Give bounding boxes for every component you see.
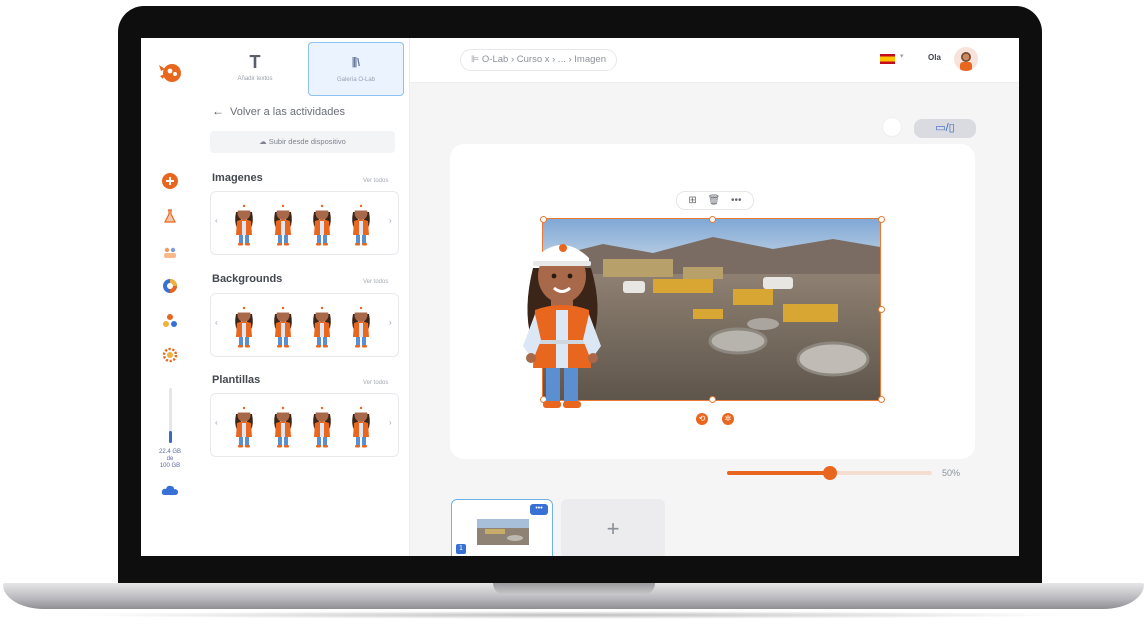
carousel-prev-icon[interactable]: ‹ (215, 318, 218, 327)
back-label: Volver a las actividades (230, 106, 345, 118)
upload-cloud-icon: ☁ (259, 137, 267, 146)
zoom-slider-knob[interactable] (822, 466, 837, 480)
language-chevron-icon[interactable]: ▾ (900, 52, 904, 60)
text-icon: T (249, 52, 261, 72)
left-rail: 22.4 GB de 100 GB (141, 38, 199, 556)
rotate-button[interactable]: ⟲ (696, 413, 708, 425)
character-thumbnail[interactable] (309, 302, 335, 348)
section-title-images: Imagenes (212, 172, 263, 184)
settings-button[interactable]: ✲ (722, 413, 734, 425)
character-thumbnail[interactable] (270, 302, 296, 348)
flask-icon[interactable] (162, 208, 178, 224)
resize-handle[interactable] (878, 216, 885, 223)
carousel-next-icon[interactable]: › (389, 318, 392, 327)
palette-icon[interactable] (162, 313, 178, 329)
upload-from-device-button[interactable]: ☁ Subir desde dispositivo (210, 131, 395, 153)
character-thumbnail[interactable] (348, 302, 374, 348)
arrow-left-icon: ← (212, 104, 224, 118)
backgrounds-carousel: ‹ › (210, 293, 399, 357)
slide-more-button[interactable]: ••• (530, 504, 548, 515)
storage-used: 22.4 GB (158, 449, 181, 455)
zoom-value: 50% (942, 468, 961, 478)
storage-bar-fill (169, 430, 172, 443)
character-thumbnail[interactable] (270, 402, 296, 448)
zoom-slider[interactable] (727, 466, 932, 480)
see-all-images-link[interactable]: Ver todos (363, 178, 388, 184)
tab-add-text[interactable]: T Añadir textos (208, 42, 302, 94)
slide-thumbnail[interactable]: ••• 1 (451, 499, 553, 556)
upload-label: Subir desde dispositivo (268, 137, 346, 146)
orientation-toggle[interactable]: ▭/▯ (914, 119, 976, 138)
avatar[interactable] (954, 47, 978, 71)
slide-number-badge: 1 (456, 544, 466, 554)
resize-handle[interactable] (540, 216, 547, 223)
character-thumbnail[interactable] (309, 402, 335, 448)
images-carousel: ‹ › (210, 191, 399, 255)
cloud-icon[interactable] (161, 484, 179, 496)
tab-add-text-label: Añadir textos (237, 76, 273, 82)
chart-icon[interactable] (162, 278, 178, 294)
gallery-panel: T Añadir textos ⫼\ Galería O-Lab ← Volver… (198, 38, 410, 556)
zoom-slider-fill (727, 471, 830, 475)
section-title-templates: Plantillas (212, 374, 261, 386)
carousel-next-icon[interactable]: › (389, 216, 392, 225)
storage-bar (169, 388, 172, 443)
resize-handle[interactable] (878, 396, 885, 403)
tab-olab-gallery[interactable]: ⫼\ Galería O-Lab (308, 42, 404, 96)
carousel-prev-icon[interactable]: ‹ (215, 418, 218, 427)
toggle-switch[interactable] (883, 118, 901, 136)
gear-icon[interactable] (162, 347, 178, 363)
user-name[interactable]: Ola (928, 53, 941, 62)
resize-handle[interactable] (878, 306, 885, 313)
slide-thumbnail-image (477, 519, 529, 545)
laptop-shadow (60, 611, 1085, 619)
character-thumbnail[interactable] (348, 200, 374, 246)
see-all-backgrounds-link[interactable]: Ver todos (363, 279, 388, 285)
character-thumbnail[interactable] (348, 402, 374, 448)
resize-handle[interactable] (709, 396, 716, 403)
breadcrumb[interactable]: ⊫ O-Lab › Curso x › ... › Imagen (460, 49, 617, 71)
storage-total: 100 GB (159, 463, 181, 469)
character-thumbnail[interactable] (231, 402, 257, 448)
back-to-activities-link[interactable]: ← Volver a las actividades (212, 104, 345, 118)
storage-de: de (166, 456, 174, 462)
character-thumbnail[interactable] (231, 302, 257, 348)
carousel-next-icon[interactable]: › (389, 418, 392, 427)
character-thumbnail[interactable] (309, 200, 335, 246)
laptop-notch (493, 583, 655, 595)
tab-olab-gallery-label: Galería O-Lab (336, 77, 376, 83)
users-icon[interactable] (162, 244, 178, 260)
templates-carousel: ‹ › (210, 393, 399, 457)
section-title-backgrounds: Backgrounds (212, 273, 283, 285)
add-icon[interactable] (162, 173, 178, 189)
storage-text: 22.4 GB de 100 GB (145, 449, 195, 470)
spain-flag-icon[interactable] (880, 54, 895, 64)
add-slide-button[interactable]: + (561, 499, 665, 556)
character-illustration[interactable] (513, 228, 611, 410)
character-thumbnail[interactable] (270, 200, 296, 246)
olab-logo-icon[interactable] (156, 60, 184, 84)
top-bar: ⊫ O-Lab › Curso x › ... › Imagen ▾ Ola (410, 38, 1019, 83)
character-thumbnail[interactable] (231, 200, 257, 246)
see-all-templates-link[interactable]: Ver todos (363, 380, 388, 386)
image-toolbar[interactable]: ⊞ 🗑 ••• (676, 191, 754, 210)
app-screen: 22.4 GB de 100 GB T Añadir textos ⫼\ Gal… (141, 38, 1019, 556)
resize-handle[interactable] (709, 216, 716, 223)
library-icon: ⫼\ (351, 57, 361, 69)
carousel-prev-icon[interactable]: ‹ (215, 216, 218, 225)
